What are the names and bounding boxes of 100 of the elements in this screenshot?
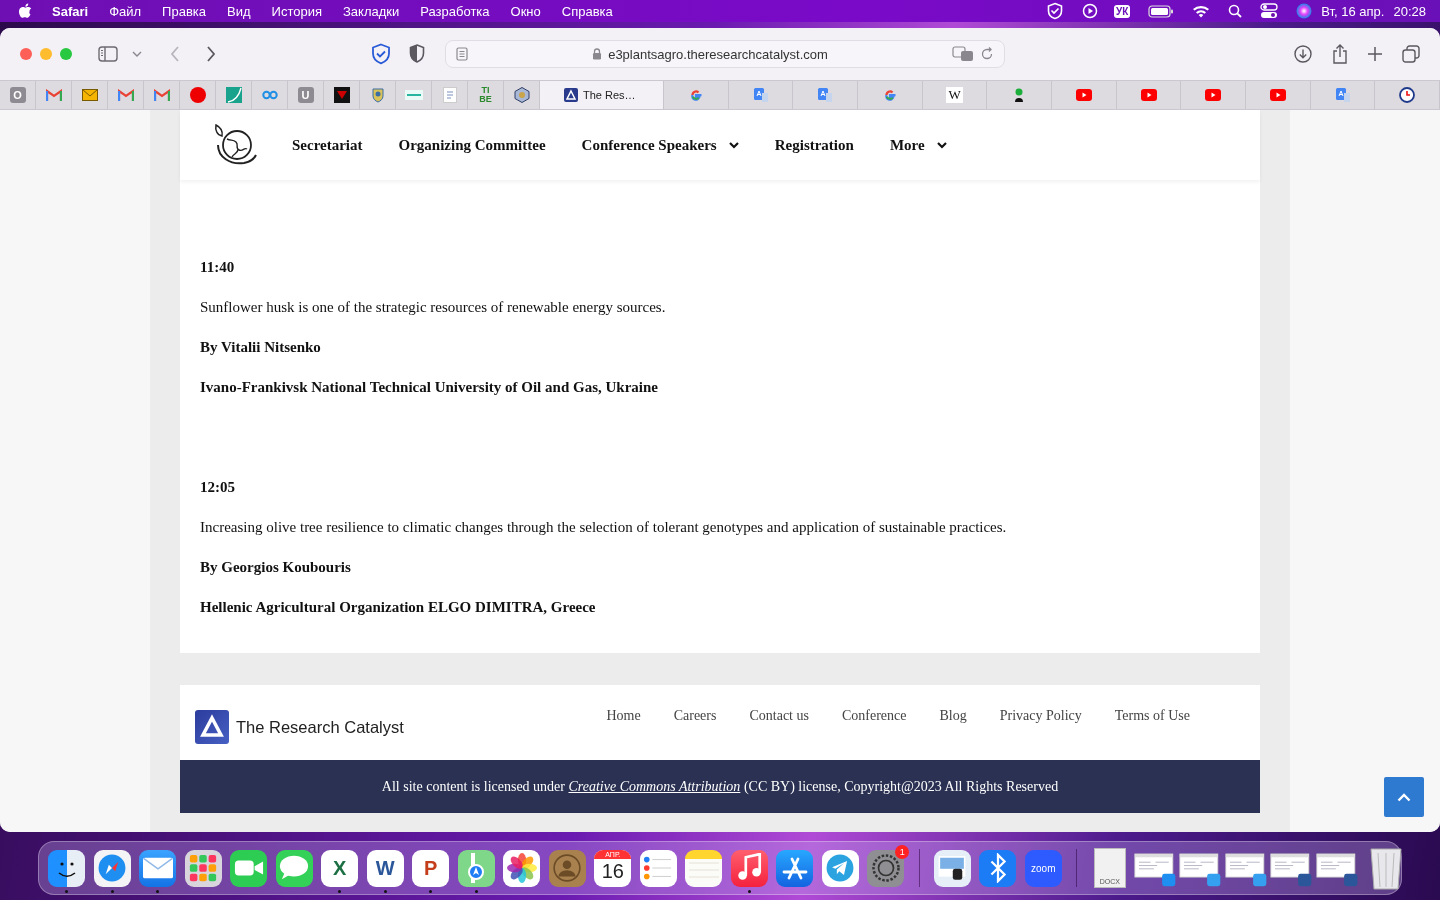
reminders-app-icon: [639, 849, 677, 887]
talk-title: Increasing olive tree resilience to climatic changes through the selection of tolerant genotypes and application of sustainable practices.: [200, 518, 1008, 537]
excel-app-icon: X: [321, 849, 359, 887]
chevron-up-icon: [1397, 792, 1411, 802]
contacts-app-icon: [548, 849, 586, 887]
bluetooth-app-icon: [979, 849, 1017, 887]
play-logo-icon: [1205, 89, 1222, 101]
running-indicator: [474, 890, 478, 893]
sidebar-icon[interactable]: [98, 46, 118, 62]
scroll-to-top-button[interactable]: [1384, 777, 1424, 817]
triangle-logo-icon[interactable]: [195, 710, 229, 744]
speaker-name: By Vitalii Nitsenko: [200, 338, 322, 357]
nav-link[interactable]: More: [889, 136, 947, 154]
battery-icon[interactable]: [1148, 4, 1175, 18]
menu-item[interactable]: Файл: [109, 3, 142, 19]
footer-link[interactable]: Careers: [673, 708, 717, 724]
keyboard-layout-indicator[interactable]: УК: [1113, 4, 1131, 18]
menu-item[interactable]: История: [271, 3, 322, 19]
new-tab-icon[interactable]: [1368, 47, 1382, 61]
telegram-app-icon: [821, 849, 859, 887]
session-time: 12:05: [200, 478, 236, 497]
search-icon[interactable]: [1228, 4, 1243, 18]
reload-icon[interactable]: [980, 47, 994, 61]
play-icon[interactable]: [1081, 3, 1098, 19]
menu-item[interactable]: Правка: [162, 3, 207, 19]
circle-icon: [189, 87, 206, 103]
menu-item[interactable]: Окно: [510, 3, 541, 19]
download-icon[interactable]: [1294, 45, 1312, 63]
music-app-icon: [730, 849, 768, 887]
speaker-affiliation: Hellenic Agricultural Organization ELGO DIMITRA, Greece: [200, 598, 597, 617]
forward-icon[interactable]: [206, 46, 216, 62]
mail-m-icon: [153, 89, 170, 101]
wifi-icon[interactable]: [1192, 4, 1211, 18]
running-indicator: [429, 890, 433, 893]
menu-item[interactable]: Вид: [227, 3, 251, 19]
zoom-app-icon: zoom: [1024, 849, 1062, 887]
footer-link[interactable]: Home: [606, 708, 641, 724]
share-icon[interactable]: [1332, 44, 1348, 64]
translate-icon: [1334, 87, 1351, 103]
running-indicator: [383, 890, 387, 893]
messages-app-icon: [275, 849, 313, 887]
menu-item[interactable]: Закладки: [343, 3, 400, 19]
mail-app-icon: [139, 849, 177, 887]
apple-logo-icon[interactable]: [18, 3, 32, 19]
speaker-name: By Georgios Koubouris: [200, 558, 352, 577]
talk-title: Sunflower husk is one of the strategic resources of renewable energy sources.: [200, 298, 667, 317]
nav-link[interactable]: Secretariat: [292, 136, 363, 154]
half-shield-icon[interactable]: [409, 44, 425, 64]
footer-link[interactable]: Terms of Use: [1114, 708, 1190, 724]
powerpoint-app-icon: P: [412, 849, 450, 887]
dock-item[interactable]: 1: [863, 841, 909, 895]
shield-check-icon[interactable]: [371, 43, 391, 65]
menu-item[interactable]: Разработка: [420, 3, 490, 19]
close-button[interactable]: [20, 48, 32, 60]
footer-link[interactable]: Blog: [939, 708, 967, 724]
launchpad-app-icon: [184, 849, 222, 887]
menu-bar-date[interactable]: Вт, 16 апр.: [1321, 3, 1385, 19]
nav-link[interactable]: Conference Speakers: [581, 136, 739, 154]
running-indicator: [65, 890, 69, 893]
license-link[interactable]: Creative Commons Attribution: [568, 778, 741, 794]
nav-link[interactable]: Organizing Committee: [398, 136, 546, 154]
menu-bar-time[interactable]: 20:28: [1393, 3, 1426, 19]
caret-icon: [936, 141, 947, 149]
running-indicator: [110, 890, 114, 893]
notes-app-icon: [685, 849, 723, 887]
hexagon-icon: [513, 87, 530, 103]
menu-item[interactable]: Справка: [561, 3, 613, 19]
url-text: e3plantsagro.theresearchcatalyst.com: [608, 46, 828, 62]
caret-icon: [728, 141, 739, 149]
chart-curve-icon: [225, 87, 242, 103]
reader-icon[interactable]: [456, 47, 468, 61]
document-icon: [442, 87, 457, 103]
footer-link[interactable]: Conference: [841, 708, 907, 724]
dock-item[interactable]: W: [362, 841, 408, 895]
brand-name[interactable]: The Research Catalyst: [236, 717, 404, 737]
clock-icon: [1399, 87, 1416, 103]
shield-icon[interactable]: [1045, 2, 1064, 20]
envelope-icon: [81, 89, 98, 101]
footer-link[interactable]: Privacy Policy: [999, 708, 1082, 724]
appstore-app-icon: [776, 849, 814, 887]
dock-item[interactable]: P: [408, 841, 454, 895]
mail-m-icon: [45, 89, 62, 101]
tab-overview-icon[interactable]: [1402, 45, 1420, 63]
google-logo-icon: [882, 88, 897, 102]
address-bar[interactable]: e3plantsagro.theresearchcatalyst.com: [445, 40, 1005, 68]
browser-tab[interactable]: The Res…: [540, 81, 664, 109]
chevron-down-icon[interactable]: [132, 51, 142, 57]
running-indicator: [747, 890, 751, 893]
footer-link[interactable]: Contact us: [749, 708, 809, 724]
translate-icon[interactable]: [952, 46, 974, 62]
logo-stripe-icon: [404, 90, 423, 100]
control-center-icon[interactable]: [1260, 3, 1279, 19]
dock-item[interactable]: X: [317, 841, 363, 895]
nav-link[interactable]: Registration: [774, 136, 854, 154]
app-menu[interactable]: Safari: [52, 3, 89, 19]
triangle-logo-icon: [564, 88, 578, 102]
siri-icon[interactable]: [1296, 3, 1313, 19]
dock-item[interactable]: zoom: [1020, 841, 1066, 895]
facetime-app-icon: [230, 849, 268, 887]
trash-icon[interactable]: [1368, 845, 1403, 891]
